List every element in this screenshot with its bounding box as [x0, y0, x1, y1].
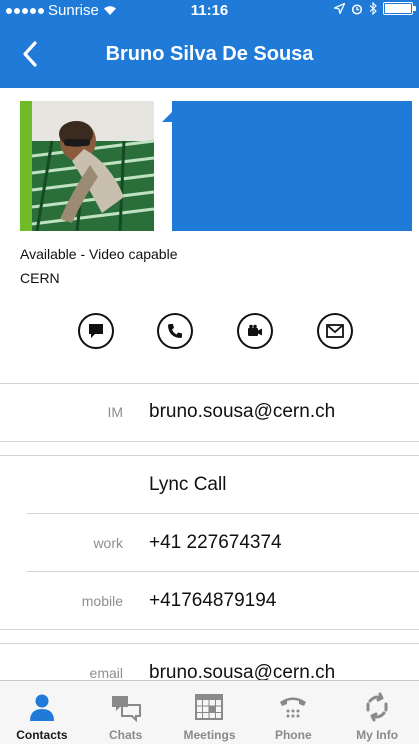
calendar-icon	[192, 690, 226, 724]
send-im-button[interactable]	[78, 313, 114, 349]
video-call-button[interactable]	[237, 313, 273, 349]
detail-value: bruno.sousa@cern.ch	[149, 401, 336, 422]
detail-label: mobile	[81, 593, 123, 609]
presence-indicator	[20, 101, 32, 231]
detail-value: +41764879194	[149, 590, 277, 611]
person-icon	[25, 690, 59, 724]
tab-label: Chats	[109, 728, 143, 742]
detail-row-im[interactable]: IM bruno.sousa@cern.ch	[0, 383, 419, 441]
tab-bar: Contacts Chats Meetings Phone My Info	[0, 680, 419, 744]
contact-photo[interactable]	[32, 101, 154, 231]
detail-row-lync-call[interactable]: Lync Call	[0, 456, 419, 514]
phone-handset-icon	[276, 690, 310, 724]
mail-icon	[326, 324, 344, 338]
location-icon	[334, 3, 345, 14]
video-camera-icon	[248, 324, 262, 336]
personal-note-bubble	[172, 101, 412, 231]
contact-actions	[0, 313, 419, 353]
availability-status: Available - Video capable	[20, 246, 178, 262]
phone-icon	[168, 324, 182, 338]
status-bar: Sunrise 11:16	[0, 0, 419, 20]
detail-label: work	[93, 535, 123, 551]
tab-contacts[interactable]: Contacts	[0, 681, 84, 744]
detail-value: +41 227674374	[149, 532, 282, 553]
tab-meetings[interactable]: Meetings	[168, 681, 252, 744]
tab-chats[interactable]: Chats	[84, 681, 168, 744]
tab-label: Contacts	[16, 728, 68, 742]
section-divider	[0, 629, 419, 630]
page-title: Bruno Silva De Sousa	[105, 43, 314, 65]
detail-row-mobile-phone[interactable]: mobile +41764879194	[0, 572, 419, 630]
back-button[interactable]	[0, 20, 60, 88]
call-button[interactable]	[157, 313, 193, 349]
chats-icon	[109, 690, 143, 724]
bluetooth-icon	[369, 2, 377, 15]
tab-my-info[interactable]: My Info	[335, 681, 419, 744]
contact-photo-image	[32, 101, 154, 231]
contact-profile: Available - Video capable CERN	[0, 88, 419, 383]
alarm-icon	[351, 3, 363, 15]
detail-label: IM	[107, 404, 123, 420]
tab-label: My Info	[356, 728, 399, 742]
chat-bubble-icon	[89, 324, 103, 338]
header: Sunrise 11:16 Bruno Silva De Sousa	[0, 0, 419, 88]
chevron-left-icon	[23, 41, 37, 67]
detail-row-work-phone[interactable]: work +41 227674374	[0, 514, 419, 572]
send-email-button[interactable]	[317, 313, 353, 349]
tab-label: Phone	[274, 728, 312, 742]
status-icons	[334, 2, 416, 15]
refresh-icon	[360, 690, 394, 724]
detail-value: Lync Call	[149, 474, 227, 495]
nav-bar: Bruno Silva De Sousa	[0, 20, 419, 88]
note-bubble-tail	[162, 112, 172, 122]
section-divider	[0, 441, 419, 442]
tab-phone[interactable]: Phone	[251, 681, 335, 744]
battery-icon	[383, 2, 416, 15]
tab-label: Meetings	[183, 728, 236, 742]
organization: CERN	[20, 270, 60, 286]
